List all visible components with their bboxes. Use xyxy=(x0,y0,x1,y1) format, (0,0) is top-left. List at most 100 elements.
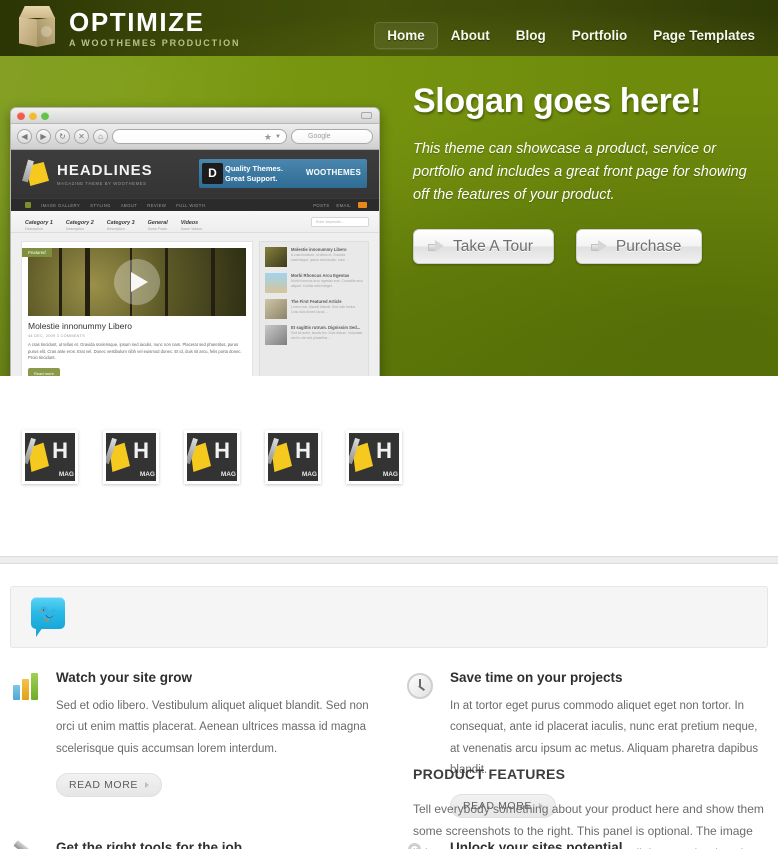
hammer-icon xyxy=(12,840,42,849)
mock-nav-item-4[interactable]: FULL WIDTH xyxy=(176,203,205,208)
home-icon[interactable]: ⌂ xyxy=(93,129,108,144)
unlock-icon xyxy=(406,842,436,849)
mock-category-2[interactable]: Category 3 Description xyxy=(107,211,135,233)
reload-icon[interactable]: ↻ xyxy=(55,129,70,144)
hero-section: ◀ ▶ ↻ ✕ ⌂ ★ ▼ Google HEADLINES MAGAZINE … xyxy=(0,56,778,376)
sidebar-thumbnail xyxy=(265,299,287,319)
woothemes-banner-ad[interactable]: D Quality Themes. Great Support. WOOTHEM… xyxy=(199,159,367,188)
mock-sidebar-item[interactable]: Et sagittis rutrum. Dignissim Sed... Sed… xyxy=(265,325,363,345)
nav-item-page-templates[interactable]: Page Templates xyxy=(640,22,768,49)
mock-site-nav: IMAGE GALLERY STYLING ABOUT REVIEW FULL … xyxy=(11,198,379,211)
bookmark-star-icon[interactable]: ★ xyxy=(264,132,272,143)
twitter-icon[interactable]: 🐦 xyxy=(31,597,65,637)
nav-item-about[interactable]: About xyxy=(438,22,503,49)
mock-nav-item-2[interactable]: ABOUT xyxy=(121,203,137,208)
back-icon[interactable]: ◀ xyxy=(17,129,32,144)
feature-item-watch-your-site-grow: Watch your site grow Sed et odio libero.… xyxy=(12,670,372,818)
browser-search-input[interactable]: Google xyxy=(291,129,373,144)
browser-url-input[interactable]: ★ ▼ xyxy=(112,129,287,144)
nav-item-home[interactable]: Home xyxy=(374,22,438,49)
sidebar-thumbnail xyxy=(265,325,287,345)
mock-post-title[interactable]: Molestie innonummy Libero xyxy=(28,321,246,331)
feature-text: Sed et odio libero. Vestibulum aliquet a… xyxy=(56,700,369,755)
mock-search-input[interactable]: Enter keywords... xyxy=(311,216,369,227)
product-features-panel: PRODUCT FEATURES Tell everybody somethin… xyxy=(413,766,771,849)
rss-icon[interactable] xyxy=(358,202,367,208)
sidebar-thumbnail xyxy=(265,247,287,267)
window-minimize-icon[interactable] xyxy=(29,111,37,120)
mock-category-4[interactable]: Videos Some Videos xyxy=(181,211,202,233)
page-root: OPTIMIZE A WOOTHEMES PRODUCTION Home Abo… xyxy=(0,0,778,849)
mock-nav-item-0[interactable]: IMAGE GALLERY xyxy=(41,203,80,208)
mock-nav-right-0[interactable]: POSTS xyxy=(313,203,329,208)
mock-nav-item-3[interactable]: REVIEW xyxy=(147,203,166,208)
thumbnail-letter: H xyxy=(214,438,230,463)
browser-mockup[interactable]: ◀ ▶ ↻ ✕ ⌂ ★ ▼ Google HEADLINES MAGAZINE … xyxy=(10,107,380,376)
forward-icon[interactable]: ▶ xyxy=(36,129,51,144)
thumbnail-2[interactable]: H MAG xyxy=(184,430,240,484)
chevron-right-icon xyxy=(145,781,149,788)
thumbnail-caption: MAG xyxy=(220,471,236,478)
twitter-widget-box: 🐦 xyxy=(10,586,768,648)
chevron-down-icon[interactable]: ▼ xyxy=(275,134,281,140)
mock-category-4-desc: Some Videos xyxy=(180,227,203,232)
window-close-icon[interactable] xyxy=(17,111,25,120)
stop-icon[interactable]: ✕ xyxy=(74,129,89,144)
browser-toolbar: ◀ ▶ ↻ ✕ ⌂ ★ ▼ Google xyxy=(11,124,379,150)
sidebar-item-excerpt: Lorem non, blandit blandit. Sed odio lec… xyxy=(291,305,357,315)
take-a-tour-label: Take A Tour xyxy=(453,237,533,255)
mock-main-column: Featured Molestie innonummy Libero 44 DE… xyxy=(21,241,253,376)
sidebar-item-excerpt: Sed sit amet, iaculis leo. Duis dictum. … xyxy=(291,331,363,341)
mock-nav-home-icon[interactable] xyxy=(25,202,31,208)
headlines-tagline: MAGAZINE THEME BY WOOTHEMES xyxy=(57,181,147,186)
thumbnail-caption: MAG xyxy=(301,471,317,478)
play-button-icon[interactable] xyxy=(114,259,160,305)
sidebar-thumbnail xyxy=(265,273,287,293)
arrow-right-icon xyxy=(428,240,444,253)
thumbnail-1[interactable]: H MAG xyxy=(103,430,159,484)
mock-nav-right-1[interactable]: EMAIL xyxy=(336,203,351,208)
mock-featured-image[interactable] xyxy=(28,248,246,316)
mock-category-bar: Category 1 Description Category 2 Descri… xyxy=(11,211,379,233)
sidebar-item-excerpt: Morbi rhoncus arcu egestas erat. Convall… xyxy=(291,279,363,289)
banner-badge-icon: D xyxy=(202,163,223,184)
nav-item-blog[interactable]: Blog xyxy=(503,22,559,49)
mock-site-header: HEADLINES MAGAZINE THEME BY WOOTHEMES D … xyxy=(11,150,379,198)
mock-nav-right: POSTS EMAIL xyxy=(313,202,367,208)
mock-category-0[interactable]: Category 1 Description xyxy=(25,211,53,233)
nav-item-portfolio[interactable]: Portfolio xyxy=(559,22,641,49)
sidebar-item-title: The First Featured Article xyxy=(291,299,342,304)
browser-titlebar xyxy=(11,108,379,124)
brand-logo[interactable]: OPTIMIZE A WOOTHEMES PRODUCTION xyxy=(16,6,240,50)
section-divider xyxy=(0,556,778,564)
thumbnail-letter: H xyxy=(52,438,68,463)
mock-category-2-desc: Description xyxy=(106,227,125,232)
bar-chart-icon xyxy=(12,672,42,702)
brand-subtitle: A WOOTHEMES PRODUCTION xyxy=(69,37,241,48)
purchase-button[interactable]: Purchase xyxy=(575,229,703,265)
mock-nav-item-1[interactable]: STYLING xyxy=(90,203,111,208)
mock-readmore-button[interactable]: Read more xyxy=(28,367,60,376)
take-a-tour-button[interactable]: Take A Tour xyxy=(413,229,554,265)
read-more-button[interactable]: READ MORE xyxy=(56,772,162,797)
mock-post-meta: 44 DEC, 2009 3 COMMENTS xyxy=(28,334,86,338)
mock-sidebar-item[interactable]: Molestie innonummy Libero A cras tincidu… xyxy=(265,247,363,267)
window-resize-grip[interactable] xyxy=(361,112,372,119)
feature-item-get-the-right-tools-for-the-job: Get the right tools for the job In at to… xyxy=(12,840,372,849)
hero-description: This theme can showcase a product, servi… xyxy=(413,141,747,204)
site-header: OPTIMIZE A WOOTHEMES PRODUCTION Home Abo… xyxy=(0,0,778,56)
mock-sidebar-item[interactable]: Morbi Rhoncus Arcu Egestas Morbi rhoncus… xyxy=(265,273,363,293)
mock-category-1[interactable]: Category 2 Description xyxy=(66,211,94,233)
mock-category-3-desc: Some Posts xyxy=(147,227,167,232)
mock-category-3[interactable]: General Some Posts xyxy=(148,211,168,233)
sidebar-item-title: Et sagittis rutrum. Dignissim Sed... xyxy=(291,325,361,330)
hero-copy: Slogan goes here! This theme can showcas… xyxy=(413,82,768,265)
window-zoom-icon[interactable] xyxy=(41,111,49,120)
thumbnail-3[interactable]: H MAG xyxy=(265,430,321,484)
thumbnail-0[interactable]: H MAG xyxy=(22,430,78,484)
mock-sidebar-item[interactable]: The First Featured Article Lorem non, bl… xyxy=(265,299,363,319)
main-navigation: Home About Blog Portfolio Page Templates xyxy=(374,22,768,49)
thumbnail-4[interactable]: H MAG xyxy=(346,430,402,484)
sidebar-item-excerpt: A cras tincidunt, ut tellus et. Gravida … xyxy=(291,253,349,263)
mock-post-body: A cras tincidunt, ut tellus et. Gravida … xyxy=(28,342,242,360)
